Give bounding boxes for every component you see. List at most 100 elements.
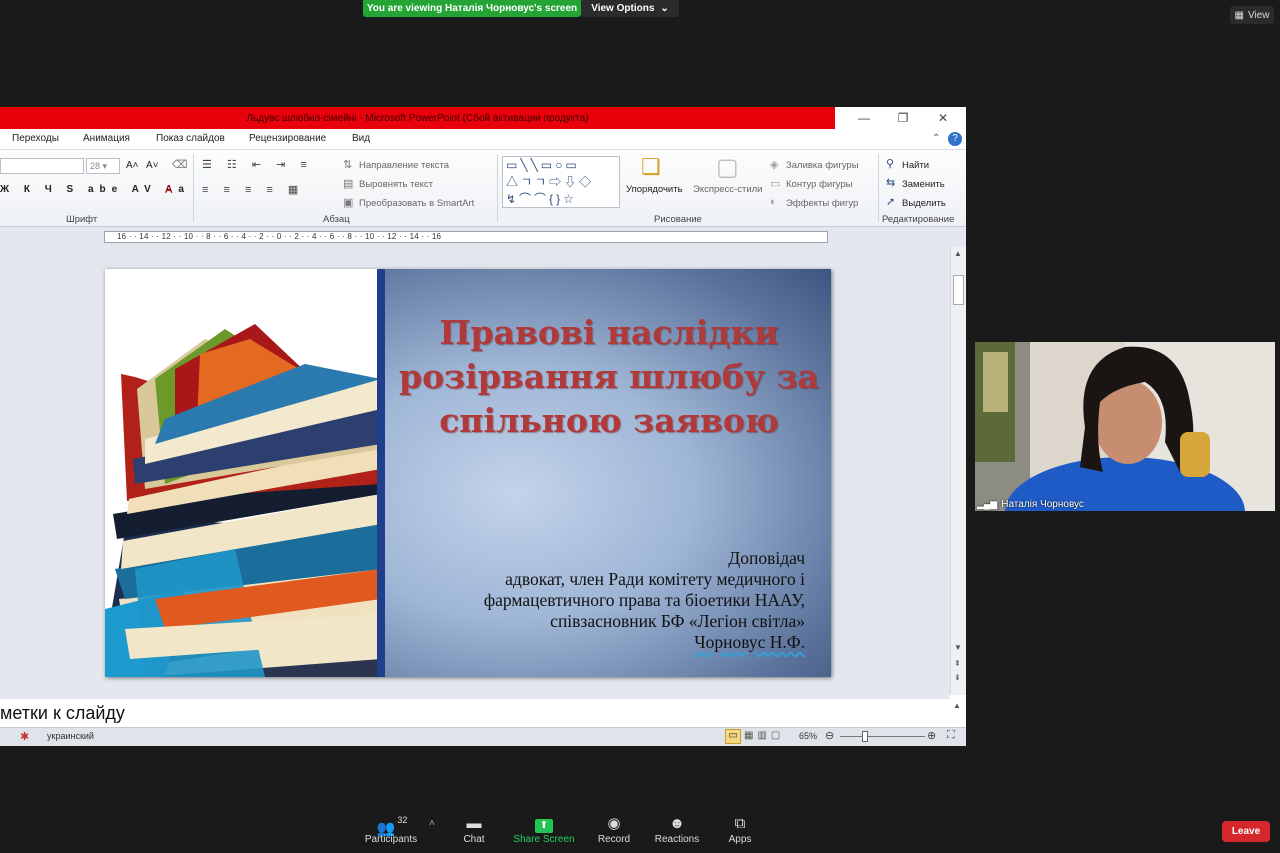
presenter-name: Чорновус Н.Ф. [694,632,805,652]
prev-slide-icon[interactable]: ⇞ [954,659,961,668]
status-bar: ✱ украинский ▭ ▦▥▢ 65% ⊖ ⊕ ⛶ [0,727,966,746]
notes-placeholder: метки к слайду [0,703,125,723]
vertical-scrollbar[interactable]: ▲ ▼ ⇞ ⇟ [950,247,966,695]
font-style-icons[interactable]: Ж К Ч S abe AV Aa [0,184,190,195]
presenter-line: співзасновник БФ «Легіон світла» [550,611,805,631]
title-bar: Льдувс шлюбно-сімейні - Microsoft PowerP… [0,107,966,129]
books-image [105,269,381,677]
presenter-info[interactable]: Доповідач адвокат, член Ради комітету ме… [385,548,805,653]
notes-pane[interactable]: метки к слайду ▲ [0,699,961,727]
presenter-label: Доповідач [728,548,805,568]
zoom-out-icon[interactable]: ⊖ [825,729,834,742]
quick-styles-icon: ▢ [716,154,739,181]
font-size-field[interactable]: 28 ▾ [86,158,120,174]
slide[interactable]: Правові наслідки розірвання шлюбу за спі… [105,269,831,677]
align-icons[interactable]: ≡ ≡ ≡ ≡ ▦ [202,183,304,196]
collapse-ribbon-icon[interactable]: ⌃ [932,133,940,144]
replace-button[interactable]: Заменить [902,179,945,190]
window-title: Льдувс шлюбно-сімейні - Microsoft PowerP… [0,107,835,129]
shape-outline-icon: ▭ [770,178,781,190]
fit-to-window-icon[interactable]: ⛶ [947,729,955,742]
powerpoint-window: Льдувс шлюбно-сімейні - Microsoft PowerP… [0,107,966,746]
chevron-up-icon[interactable]: ˄ [429,818,435,829]
participant-name-tag: ▂▄▆ Наталія Чорновус [977,498,1084,510]
smartart-button[interactable]: Преобразовать в SmartArt [359,198,474,209]
text-direction-button[interactable]: Направление текста [359,160,449,171]
record-icon: ◉ [607,815,621,832]
shape-effects-icon: ◐ [770,196,777,208]
cursor-icon: ➚ [886,196,896,208]
viewing-banner: You are viewing Наталія Чорновус's scree… [363,0,581,17]
reactions-button[interactable]: ☻ Reactions [642,814,712,850]
restore-icon[interactable]: ❐ [892,110,914,126]
drawing-group-label: Рисование [654,214,702,225]
grid-icon: ▦ [1234,9,1244,21]
align-text-icon: ▤ [343,178,354,190]
replace-icon: ⇆ [886,177,896,189]
view-button[interactable]: ▦ View [1230,6,1274,24]
font-group-label: Шрифт [66,214,98,225]
arrange-button[interactable]: Упорядочить [626,184,683,195]
smartart-icon: ▣ [343,197,354,209]
tab-review[interactable]: Рецензирование [249,133,326,144]
chat-icon: ▬ [466,815,482,832]
horizontal-ruler[interactable]: 16 · · 14 · · 12 · · 10 · · 8 · · 6 · · … [104,231,828,243]
shrink-font-icon[interactable]: A˅ [146,160,159,171]
quick-styles-button[interactable]: Экспресс-стили [693,184,762,195]
participant-video-image [975,342,1275,511]
presenter-line: фармацевтичного права та біоетики НААУ, [483,590,805,610]
find-button[interactable]: Найти [902,160,929,171]
participant-video[interactable] [975,342,1275,511]
list-icons[interactable]: ☰ ☷ ⇤ ⇥ ≡ [202,158,313,171]
align-text-button[interactable]: Выровнять текст [359,179,433,190]
participants-button[interactable]: 👥 32 Participants [356,814,426,850]
share-screen-icon: ⬆ [509,814,579,834]
tab-view[interactable]: Вид [352,133,370,144]
view-mode-icons[interactable]: ▦▥▢ [744,730,784,741]
spellcheck-icon[interactable]: ✱ [20,730,29,743]
shape-fill-button[interactable]: Заливка фигуры [786,160,859,171]
normal-view-icon[interactable]: ▭ [725,729,741,744]
zoom-in-icon[interactable]: ⊕ [927,729,936,742]
language-indicator[interactable]: украинский [47,731,94,741]
help-icon[interactable]: ? [948,132,962,146]
shape-outline-button[interactable]: Контур фигуры [786,179,852,190]
ribbon-tabs: Переходы Анимация Показ слайдов Рецензир… [0,129,966,149]
text-direction-icon: ⇅ [343,159,353,171]
shape-fill-icon: ◈ [770,159,779,171]
zoom-slider[interactable] [840,736,925,737]
font-color-icon[interactable]: A [165,184,172,196]
shapes-gallery[interactable]: ▭╲╲▭○▭ △ㄱㄱ⇨⇩◇ ↯⌒⌒{}☆ [502,156,620,208]
presenter-line: адвокат, член Ради комітету медичного і [505,569,805,589]
binoculars-icon: ⚲ [886,158,895,170]
ribbon: 28 ▾ A˄ A˅ ⌫ Ж К Ч S abe AV Aa A Шрифт ☰… [0,149,966,227]
slide-divider-bar [377,269,385,677]
select-button[interactable]: Выделить [902,198,946,209]
apps-button[interactable]: ⧉ Apps [705,814,775,850]
participants-icon: 👥 32 [376,815,408,837]
leave-button[interactable]: Leave [1222,821,1270,842]
shape-effects-button[interactable]: Эффекты фигур [786,198,858,209]
editing-group-label: Редактирование [882,214,955,225]
next-slide-icon[interactable]: ⇟ [954,673,961,682]
apps-icon: ⧉ [734,815,746,832]
minimize-icon[interactable]: — [853,110,875,126]
paragraph-group-label: Абзац [323,214,350,225]
font-name-field[interactable] [0,158,84,174]
scroll-thumb[interactable] [953,275,964,305]
zoom-level[interactable]: 65% [799,731,817,741]
close-icon[interactable]: ✕ [932,110,954,126]
record-button[interactable]: ◉ Record [579,814,649,850]
share-screen-button[interactable]: ⬆ Share Screen [509,814,579,850]
view-options-button[interactable]: View Options ⌄ [581,0,679,17]
tab-transitions[interactable]: Переходы [12,133,59,144]
smiley-icon: ☻ [669,815,685,832]
tab-slideshow[interactable]: Показ слайдов [156,133,225,144]
clear-formatting-icon[interactable]: ⌫ [172,158,188,171]
arrange-icon: ❏ [641,154,661,179]
chat-button[interactable]: ▬ Chat [439,814,509,850]
grow-font-icon[interactable]: A˄ [126,160,139,171]
tab-animation[interactable]: Анимация [83,133,130,144]
slide-title[interactable]: Правові наслідки розірвання шлюбу за спі… [391,311,827,443]
zoom-slider-thumb[interactable] [862,731,868,742]
